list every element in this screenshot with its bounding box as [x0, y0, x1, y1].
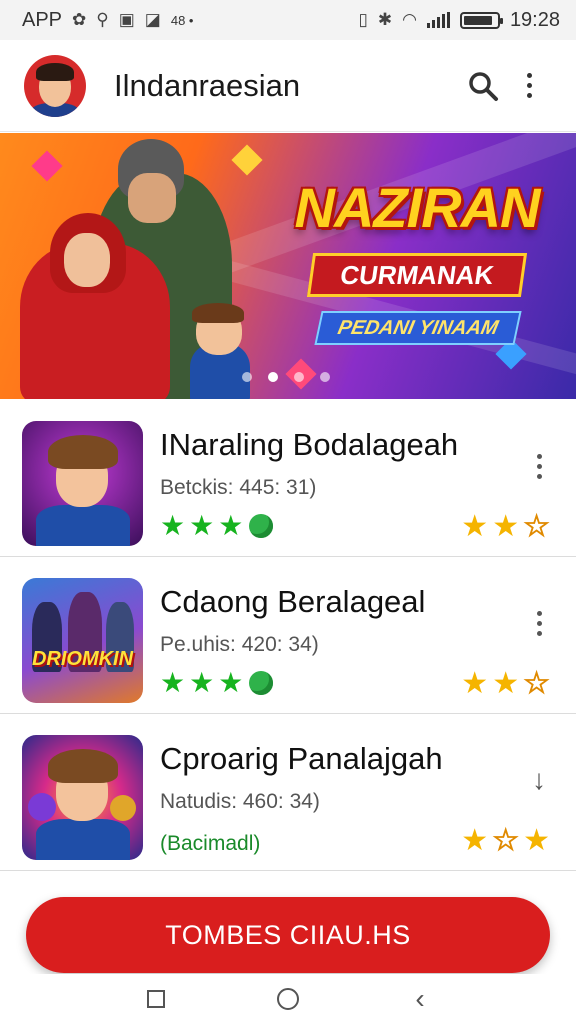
- status-small-text: 48 •: [170, 12, 194, 28]
- green-star-icon: ★: [160, 667, 186, 698]
- carousel-dot[interactable]: [320, 372, 330, 382]
- thumbnail-text: DRIOMKIN: [31, 648, 134, 670]
- bluetooth-icon: ✱: [377, 10, 393, 29]
- row-more-button[interactable]: [524, 605, 554, 641]
- game-meta: Pe.uhis: 420: 34): [160, 633, 319, 656]
- star-outline-icon: ☆: [492, 824, 520, 857]
- recents-button[interactable]: [136, 979, 176, 1019]
- green-rating: ★ ★ ★: [160, 510, 274, 541]
- signal-icon: [426, 12, 450, 28]
- status-bar: APP ✿ ⚲ ▣ ◪ 48 • ▯ ✱ ◠ 19:28: [0, 0, 576, 40]
- star-icon: ★: [523, 824, 550, 857]
- star-icon: ★: [461, 824, 489, 857]
- status-badge: (Bacimadl): [160, 832, 261, 855]
- wifi-icon: ◠: [402, 10, 417, 29]
- image-icon: ▣: [118, 10, 135, 29]
- carousel-dot[interactable]: [294, 372, 304, 382]
- green-star-icon: ★: [218, 510, 244, 541]
- green-rating: ★ ★ ★: [160, 667, 274, 698]
- game-thumbnail: [22, 421, 143, 546]
- green-star-icon: ★: [160, 510, 186, 541]
- star-icon: ★: [461, 510, 489, 543]
- banner-subtitle: PEDANI YINAAM: [314, 311, 522, 345]
- app-header: Ilndanraesian: [0, 40, 576, 132]
- list-item[interactable]: INaraling Bodalageah Betckis: 445: 31) ★…: [0, 400, 576, 557]
- green-star-icon: ★: [189, 667, 215, 698]
- kebab-icon: [536, 453, 542, 479]
- green-star-icon: ★: [218, 667, 244, 698]
- back-icon: ‹: [415, 983, 425, 1014]
- star-icon: ★: [492, 667, 520, 700]
- back-button[interactable]: ‹: [400, 979, 440, 1019]
- status-app-label: APP: [22, 8, 63, 31]
- search-icon: ⚲: [96, 10, 109, 29]
- list-item[interactable]: Cproarig Panalajgah Natudis: 460: 34) (B…: [0, 714, 576, 871]
- carousel-dot[interactable]: [242, 372, 252, 382]
- star-icon: ★: [492, 510, 520, 543]
- promo-banner[interactable]: NAZIRAN CURMANAK PEDANI YINAAM: [0, 133, 576, 399]
- banner-title: NAZIRAN: [294, 176, 541, 239]
- more-options-button[interactable]: [506, 63, 552, 109]
- search-icon: [469, 71, 498, 101]
- banner-ribbon: CURMANAK: [306, 253, 528, 297]
- star-rating: ★ ★ ☆: [461, 667, 551, 700]
- settings-icon: ✿: [72, 10, 87, 29]
- download-button[interactable]: ↓: [524, 762, 554, 798]
- green-badge-icon: [249, 671, 274, 695]
- row-more-button[interactable]: [524, 448, 554, 484]
- game-title: Cdaong Beralageal: [160, 584, 426, 619]
- game-thumbnail: DRIOMKIN: [22, 578, 143, 703]
- page-title: Ilndanraesian: [114, 67, 301, 103]
- star-rating: ★ ★ ☆: [461, 510, 551, 543]
- avatar[interactable]: [24, 54, 86, 117]
- battery-icon: [459, 11, 503, 29]
- kebab-icon: [526, 73, 532, 98]
- list-item[interactable]: DRIOMKIN Cdaong Beralageal Pe.uhis: 420:…: [0, 557, 576, 714]
- primary-cta-button[interactable]: TOMBES CIIAU.HS: [26, 897, 550, 973]
- star-outline-icon: ☆: [523, 667, 551, 700]
- star-outline-icon: ☆: [523, 510, 551, 543]
- game-title: Cproarig Panalajgah: [160, 741, 443, 776]
- game-title: INaraling Bodalageah: [160, 427, 459, 462]
- game-meta: Natudis: 460: 34): [160, 790, 320, 813]
- home-button[interactable]: [268, 979, 308, 1019]
- star-icon: ★: [461, 667, 489, 700]
- photo-icon: ◪: [144, 10, 161, 29]
- search-button[interactable]: [460, 63, 506, 109]
- vibrate-icon: ▯: [358, 10, 368, 29]
- system-nav-bar: ‹: [0, 974, 576, 1024]
- game-thumbnail: [22, 735, 143, 860]
- kebab-icon: [536, 610, 542, 636]
- carousel-dot[interactable]: [268, 372, 278, 382]
- arrow-down-icon: ↓: [532, 764, 546, 795]
- star-rating: ★ ☆ ★: [461, 824, 550, 857]
- green-star-icon: ★: [189, 510, 215, 541]
- status-time: 19:28: [509, 8, 560, 31]
- game-meta: Betckis: 445: 31): [160, 476, 317, 499]
- circle-icon: [277, 988, 299, 1010]
- square-icon: [147, 990, 165, 1008]
- green-badge-icon: [249, 514, 274, 538]
- carousel-indicator[interactable]: [242, 372, 330, 382]
